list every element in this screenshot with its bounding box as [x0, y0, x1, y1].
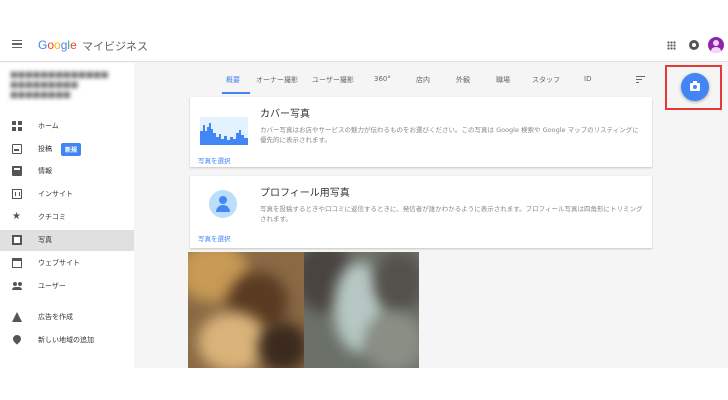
- cover-photo-card: カバー写真 カバー写真はお店やサービスの魅力が伝わるものをお選びください。この写…: [190, 97, 652, 167]
- new-badge: 新規: [61, 143, 82, 156]
- sidebar-item-add-location[interactable]: 新しい地域の追加: [0, 330, 134, 351]
- product-name: マイビジネス: [82, 40, 148, 53]
- apps-grid-icon[interactable]: [667, 41, 676, 50]
- google-logo[interactable]: Google: [38, 38, 77, 52]
- sidebar: ホーム 投稿 新規 情報 インサイト ★ クチコミ 写真 ウェブサイト ユーザー…: [0, 63, 134, 368]
- ads-icon: [12, 312, 22, 322]
- notifications-icon[interactable]: [689, 40, 699, 50]
- profile-photo-card: プロフィール用写真 写真を投稿するときや口コミに返信するときに、発信者が誰かわか…: [190, 176, 652, 248]
- cover-select-photo-link[interactable]: 写真を選択: [198, 155, 231, 165]
- account-avatar[interactable]: [708, 37, 724, 53]
- top-bar: Google マイビジネス: [0, 0, 728, 62]
- sidebar-item-website[interactable]: ウェブサイト: [0, 253, 134, 274]
- photo-icon: [12, 235, 22, 245]
- tab-customer[interactable]: ユーザー撮影: [312, 75, 354, 85]
- users-icon: [12, 281, 22, 291]
- tab-exterior[interactable]: 外観: [456, 75, 470, 85]
- sidebar-item-users[interactable]: ユーザー: [0, 276, 134, 297]
- info-icon: [12, 166, 22, 176]
- camera-icon: [690, 81, 700, 91]
- sidebar-item-create-ad[interactable]: 広告を作成: [0, 307, 134, 328]
- home-icon: [12, 121, 22, 131]
- photo-thumbnail[interactable]: [188, 252, 304, 368]
- tab-360[interactable]: 360°: [374, 75, 391, 83]
- app-window: Google マイビジネス ホーム 投稿 新規 情報 インサイト ★ クチコミ: [0, 0, 728, 368]
- sidebar-item-info[interactable]: 情報: [0, 161, 134, 182]
- photo-tabs: 概要 オーナー撮影 ユーザー撮影 360° 店内 外観 職場 スタッフ ID: [134, 63, 668, 95]
- active-tab-indicator: [222, 92, 250, 94]
- profile-photo-title: プロフィール用写真: [260, 188, 350, 199]
- tab-staff[interactable]: スタッフ: [532, 75, 560, 85]
- star-icon: ★: [12, 211, 21, 222]
- photo-thumbnail[interactable]: [304, 252, 419, 368]
- hamburger-menu-icon[interactable]: [12, 40, 22, 48]
- page-bottom: [0, 368, 728, 400]
- cover-photo-description: カバー写真はお店やサービスの魅力が伝わるものをお選びください。この写真は Goo…: [260, 126, 639, 144]
- tab-interior[interactable]: 店内: [416, 75, 430, 85]
- sidebar-item-insights[interactable]: インサイト: [0, 184, 134, 205]
- tab-owner[interactable]: オーナー撮影: [256, 75, 298, 85]
- profile-photo-description: 写真を投稿するときや口コミに返信するときに、発信者が誰かわかるように表示されます…: [260, 205, 643, 223]
- cover-photo-title: カバー写真: [260, 109, 310, 120]
- business-name: ■■■■■■■■■■■■■ ■■■■■■■■■ ■■■■■■■■: [10, 70, 109, 99]
- add-photo-button[interactable]: [681, 73, 709, 101]
- sidebar-item-posts[interactable]: 投稿 新規: [0, 139, 134, 160]
- tab-id[interactable]: ID: [584, 75, 591, 83]
- insight-icon: [12, 189, 22, 199]
- sidebar-item-home[interactable]: ホーム: [0, 116, 134, 137]
- sidebar-item-photos[interactable]: 写真: [0, 230, 134, 251]
- sidebar-item-reviews[interactable]: ★ クチコミ: [0, 207, 134, 228]
- tab-workplace[interactable]: 職場: [496, 75, 510, 85]
- website-icon: [12, 258, 22, 268]
- sort-icon[interactable]: [636, 76, 645, 83]
- post-icon: [12, 144, 22, 154]
- profile-person-icon: [209, 190, 237, 218]
- profile-select-photo-link[interactable]: 写真を選択: [198, 233, 231, 243]
- location-pin-icon: [11, 333, 23, 345]
- tab-overview[interactable]: 概要: [226, 75, 240, 85]
- cover-photo-thumbnail: [200, 117, 248, 145]
